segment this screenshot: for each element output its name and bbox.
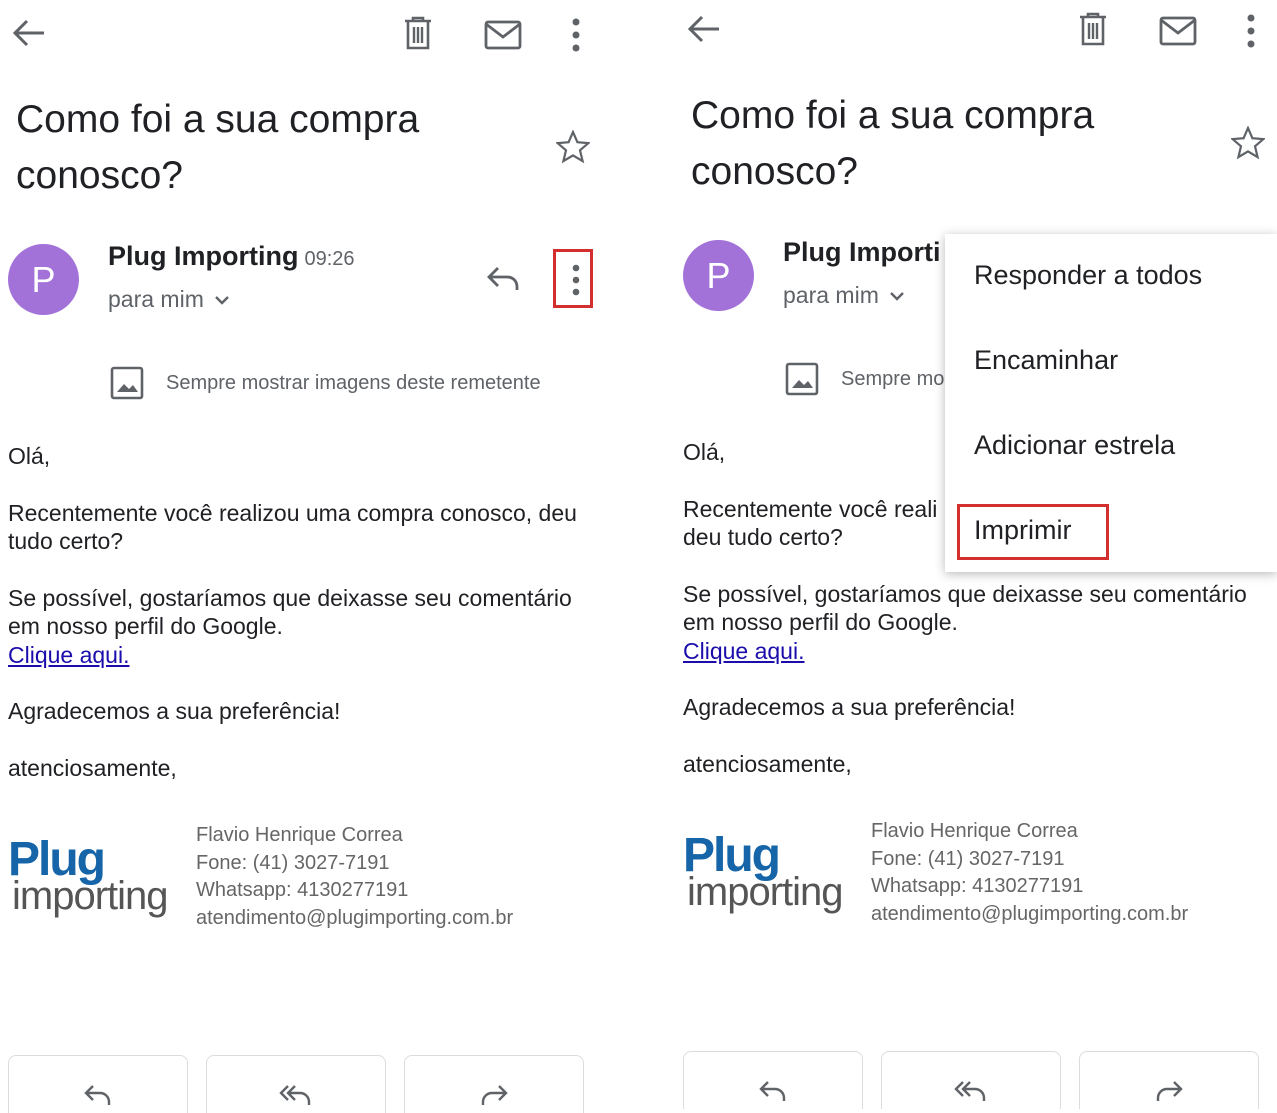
delete-icon[interactable] — [403, 16, 433, 50]
image-icon — [110, 366, 144, 400]
body-line-2: Se possível, gostaríamos que deixasse se… — [8, 584, 588, 670]
sender-name: Plug Importi — [783, 237, 941, 267]
signature-name: Flavio Henrique Correa — [196, 824, 403, 846]
more-vert-icon[interactable] — [1245, 14, 1257, 48]
star-icon[interactable] — [1231, 126, 1265, 160]
body-line-1a: Recentemente você reali — [683, 495, 938, 522]
overflow-menu: Responder a todos Encaminhar Adicionar e… — [945, 234, 1277, 572]
body-line-1b: deu tudo certo? — [683, 524, 843, 550]
reply-icon — [759, 1081, 786, 1101]
signature-phone: Fone: (41) 3027-7191 — [871, 847, 1065, 870]
sender-avatar: P — [683, 240, 754, 311]
email-subject: Como foi a sua compra conosco? — [16, 98, 420, 197]
body-line-2-text: Se possível, gostaríamos que deixasse se… — [8, 584, 572, 640]
closing-line: atenciosamente, — [8, 754, 177, 781]
company-logo: Plug importing — [8, 832, 178, 932]
footer-reply-all-button[interactable] — [206, 1055, 386, 1113]
reply-all-icon — [954, 1081, 986, 1101]
click-here-link[interactable]: Clique aqui. — [683, 638, 804, 664]
signature-phone: Fone: (41) 3027-7191 — [196, 851, 390, 874]
footer-forward-button[interactable] — [1079, 1051, 1259, 1109]
closing-line: atenciosamente, — [683, 750, 852, 777]
body-line-2-text: Se possível, gostaríamos que deixasse se… — [683, 580, 1247, 636]
click-here-link[interactable]: Clique aqui. — [8, 642, 129, 668]
footer-reply-all-button[interactable] — [881, 1051, 1061, 1109]
signature-whatsapp: Whatsapp: 4130277191 — [196, 879, 409, 901]
menu-item-forward[interactable]: Encaminhar — [974, 345, 1118, 376]
sender-name: Plug Importing 09:26 — [108, 241, 355, 272]
signature-name: Flavio Henrique Correa — [871, 820, 1078, 842]
more-button-highlight — [553, 249, 593, 308]
thanks-line: Agradecemos a sua preferência! — [683, 694, 1016, 720]
show-images-link[interactable]: Sempre mostrar imagens deste remetente — [110, 366, 541, 400]
chevron-down-icon — [215, 295, 229, 305]
footer-reply-button[interactable] — [683, 1051, 863, 1109]
thanks-line: Agradecemos a sua preferência! — [8, 698, 341, 724]
email-body: Olá, Recentemente você realizou uma comp… — [8, 442, 588, 810]
email-time: 09:26 — [304, 248, 355, 270]
mark-unread-icon[interactable] — [1159, 16, 1197, 46]
signature-whatsapp: Whatsapp: 4130277191 — [871, 875, 1084, 897]
back-arrow-icon[interactable] — [12, 18, 46, 48]
show-images-link[interactable]: Sempre mo — [785, 362, 944, 396]
reply-all-icon — [279, 1085, 311, 1105]
footer-reply-button[interactable] — [8, 1055, 188, 1113]
sender-name-text: Plug Importing — [108, 241, 299, 271]
menu-item-reply-all[interactable]: Responder a todos — [974, 260, 1202, 291]
recipient-label: para mim — [783, 282, 879, 308]
email-subject: Como foi a sua compra conosco? — [691, 94, 1095, 193]
greeting: Olá, — [8, 443, 51, 469]
recipient-toggle[interactable]: para mim — [783, 282, 905, 309]
logo-bottom-text: importing — [687, 870, 844, 914]
print-highlight — [957, 504, 1109, 560]
signature: Flavio Henrique Correa Fone: (41) 3027-7… — [196, 822, 513, 932]
sender-avatar: P — [8, 244, 79, 315]
footer-forward-button[interactable] — [404, 1055, 584, 1113]
forward-icon — [481, 1085, 508, 1105]
recipient-toggle[interactable]: para mim — [108, 286, 230, 313]
back-arrow-icon[interactable] — [687, 14, 721, 44]
star-icon[interactable] — [556, 130, 590, 164]
image-icon — [785, 362, 819, 396]
mark-unread-icon[interactable] — [484, 20, 522, 50]
forward-icon — [1156, 1081, 1183, 1101]
more-vert-icon[interactable] — [570, 18, 582, 52]
show-images-text: Sempre mo — [841, 367, 945, 390]
signature: Flavio Henrique Correa Fone: (41) 3027-7… — [871, 818, 1188, 928]
show-images-text: Sempre mostrar imagens deste remetente — [166, 371, 541, 394]
chevron-down-icon — [890, 291, 904, 301]
logo-bottom-text: importing — [12, 874, 169, 918]
menu-item-add-star[interactable]: Adicionar estrela — [974, 430, 1175, 461]
delete-icon[interactable] — [1078, 12, 1108, 46]
company-logo: Plug importing — [683, 828, 853, 928]
body-line-1: Recentemente você realizou uma compra co… — [8, 499, 577, 555]
email-view-left: Como foi a sua compra conosco? P Plug Im… — [0, 0, 600, 1113]
reply-icon[interactable] — [486, 265, 520, 293]
signature-email: atendimento@plugimporting.com.br — [871, 902, 1189, 925]
recipient-label: para mim — [108, 286, 204, 312]
reply-icon — [84, 1085, 111, 1105]
body-line-2: Se possível, gostaríamos que deixasse se… — [683, 580, 1263, 666]
signature-email: atendimento@plugimporting.com.br — [196, 906, 514, 929]
